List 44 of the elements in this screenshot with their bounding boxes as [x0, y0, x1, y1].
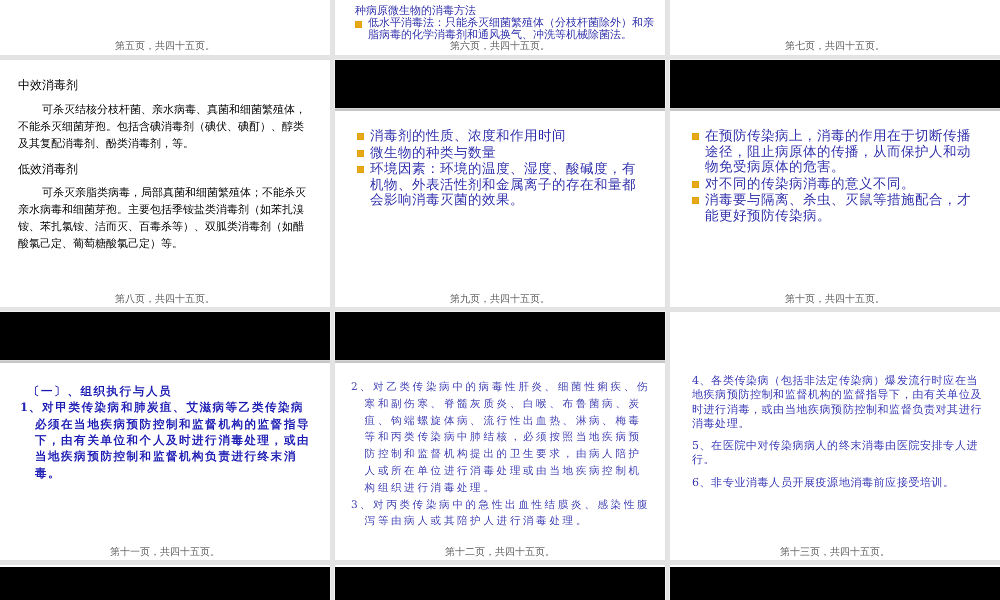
- page-number: 第十二页，共四十五页。: [444, 548, 556, 560]
- numbered-paragraph: 1、对甲类传染病和肺炭疽、艾滋病等乙类传染病必须在当地疾病预防控制和监督机构的监督指导下，由有关单位和个人及时进行消毒处理，或由当地疾病预防控制和监督机构负责进行终末消毒。: [20, 399, 312, 481]
- bullet-text: 在预防传染病上，消毒的作用在于切断传播途径，阻止病原体的传播，从而保护人和动物免受病原体的危害。: [705, 129, 972, 176]
- numbered-paragraph: 2、对乙类传染病中的病毒性肝炎、细菌性痢疾、伤寒和副伤寒、脊髓灰质炎、白喉、布鲁菌病、炭疽、钩端螺旋体病、流行性出血热、淋病、梅毒等和丙类传染病中肺结核，必须按照当地疾病预防控制和监督机构提出的卫生要求，由病人陪护人或所在单位进行消毒处理或由当地疾病控制机构组织进行消毒处理。: [351, 380, 652, 496]
- page-number: 第五页，共四十五页。: [114, 42, 216, 54]
- bullet-text: 环境因素：环境的温度、湿度、酸碱度，有机物、外表活性剂和金属离子的存在和量都会影响消毒灭菌的效果。: [370, 162, 637, 209]
- slide-thumbnail[interactable]: 第五页，共四十五页。: [0, 0, 330, 55]
- slide-thumbnail[interactable]: 在预防传染病上，消毒的作用在于切断传播途径，阻止病原体的传播，从而保护人和动物免受病原体的危害。 对不同的传染病消毒的意义不同。 消毒要与隔离、杀虫、灭鼠等措施配合，才能更好预防传染病。 第十页，共四十五页。: [670, 60, 1000, 307]
- page-number: 第十三页，共四十五页。: [779, 548, 891, 560]
- slide-thumbnail[interactable]: 消毒剂的性质、浓度和作用时间 微生物的种类与数量 环境因素：环境的温度、湿度、酸碱度，有机物、外表活性剂和金属离子的存在和量都会影响消毒灭菌的效果。 第九页，共四十五页。: [335, 60, 665, 307]
- bullet-icon: [357, 150, 364, 157]
- slide-thumbnail[interactable]: 4、各类传染病（包括非法定传染病）爆发流行时应在当地疾病预防控制和监督机构的监督指导下，由有关单位及时进行消毒，或由当地疾病预防控制和监督负责对其进行消毒处理。 5、在医院中对传染病病人的终末消毒由医院安排专人进行。 6、非专业消毒人员开展疫源地消毒前应接受培训。 第十三页，共四十五页。: [670, 312, 1000, 560]
- page-number: 第六页，共四十五页。: [449, 42, 551, 54]
- slide-thumbnail[interactable]: 中效消毒剂 可杀灭结核分枝杆菌、亲水病毒、真菌和细菌繁殖体，不能杀灭细菌芽孢。包括含碘消毒剂（碘伏、碘酊）、醇类及其复配消毒剂、酚类消毒剂，等。 低效消毒剂 可杀灭亲脂类病毒，局部真菌和细菌繁殖体；不能杀灭亲水病毒和细菌芽孢。主要包括季铵盐类消毒剂（如苯扎溴铵、苯扎氯铵、洁而灭、百毒杀等）、双胍类消毒剂（如醋酸氯己定、葡萄糖酸氯己定）等。 第八页，共四十五页。: [0, 60, 330, 307]
- slide-thumbnail[interactable]: 第七页，共四十五页。: [670, 0, 1000, 55]
- slide-paragraph: 可杀灭亲脂类病毒，局部真菌和细菌繁殖体；不能杀灭亲水病毒和细菌芽孢。主要包括季铵盐类消毒剂（如苯扎溴铵、苯扎氯铵、洁而灭、百毒杀等）、双胍类消毒剂（如醋酸氯己定、葡萄糖酸氯己定）等。: [18, 185, 308, 252]
- slide-paragraph: 可杀灭结核分枝杆菌、亲水病毒、真菌和细菌繁殖体，不能杀灭细菌芽孢。包括含碘消毒剂（碘伏、碘酊）、醇类及其复配消毒剂、酚类消毒剂，等。: [18, 102, 308, 152]
- bullet-text: 消毒剂的性质、浓度和作用时间: [370, 129, 566, 145]
- slide-heading: 中效消毒剂: [18, 77, 79, 94]
- page-number: 第十页，共四十五页。: [784, 295, 886, 307]
- bullet-text: 微生物的种类与数量: [370, 146, 496, 162]
- bullet-icon: [692, 180, 699, 188]
- slide-thumbnail[interactable]: 种病原微生物的消毒方法 低水平消毒法：只能杀灭细菌繁殖体（分枝杆菌除外）和亲脂病毒的化学消毒剂和通风换气、冲洗等机械除菌法。 第六页，共四十五页。: [335, 0, 665, 55]
- bullet-icon: [355, 20, 362, 28]
- page-number: 第七页，共四十五页。: [784, 42, 886, 54]
- bullet-text: 对不同的传染病消毒的意义不同。: [705, 176, 915, 192]
- numbered-paragraph: 5、在医院中对传染病病人的终末消毒由医院安排专人进行。: [692, 439, 979, 468]
- page-number: 第八页，共四十五页。: [114, 295, 216, 307]
- slide-text: 种病原微生物的消毒方法: [355, 4, 477, 17]
- numbered-paragraph: 6、非专业消毒人员开展疫源地消毒前应接受培训。: [692, 476, 956, 490]
- bullet-text: 消毒要与隔离、杀虫、灭鼠等措施配合，才能更好预防传染病。: [705, 193, 972, 224]
- slide-thumbnail[interactable]: 〔一〕、组织执行与人员 1、对甲类传染病和肺炭疽、艾滋病等乙类传染病必须在当地疾病预防控制和监督机构的监督指导下，由有关单位和个人及时进行消毒处理，或由当地疾病预防控制和监督机构负责进行终末消毒。 第十一页，共四十五页。: [0, 312, 330, 560]
- page-number: 第十一页，共四十五页。: [109, 548, 221, 560]
- bullet-icon: [357, 133, 364, 140]
- slide-thumbnail[interactable]: 2、对乙类传染病中的病毒性肝炎、细菌性痢疾、伤寒和副伤寒、脊髓灰质炎、白喉、布鲁菌病、炭疽、钩端螺旋体病、流行性出血热、淋病、梅毒等和丙类传染病中肺结核，必须按照当地疾病预防控制和监督机构提出的卫生要求，由病人陪护人或所在单位进行消毒处理或由当地疾病控制机构组织进行消毒处理。 3、对丙类传染病中的急性出血性结膜炎、感染性腹泻等由病人或其陪护人进行消毒处理。 第十二页，共四十五页。: [335, 312, 665, 560]
- bullet-text: 低水平消毒法：只能杀灭细菌繁殖体（分枝杆菌除外）和亲脂病毒的化学消毒剂和通风换气、冲洗等机械除菌法。: [368, 16, 655, 41]
- numbered-paragraph: 4、各类传染病（包括非法定传染病）爆发流行时应在当地疾病预防控制和监督机构的监督指导下，由有关单位及时进行消毒，或由当地疾病预防控制和监督负责对其进行消毒处理。: [692, 374, 983, 432]
- bullet-icon: [692, 197, 699, 204]
- numbered-paragraph: 3、对丙类传染病中的急性出血性结膜炎、感染性腹泻等由病人或其陪护人进行消毒处理。: [351, 498, 652, 530]
- bullet-icon: [357, 166, 364, 174]
- slide-text: 〔一〕、组织执行与人员: [27, 383, 174, 400]
- slide-heading: 低效消毒剂: [18, 160, 79, 178]
- page-number: 第九页，共四十五页。: [449, 295, 551, 307]
- bullet-icon: [692, 133, 699, 140]
